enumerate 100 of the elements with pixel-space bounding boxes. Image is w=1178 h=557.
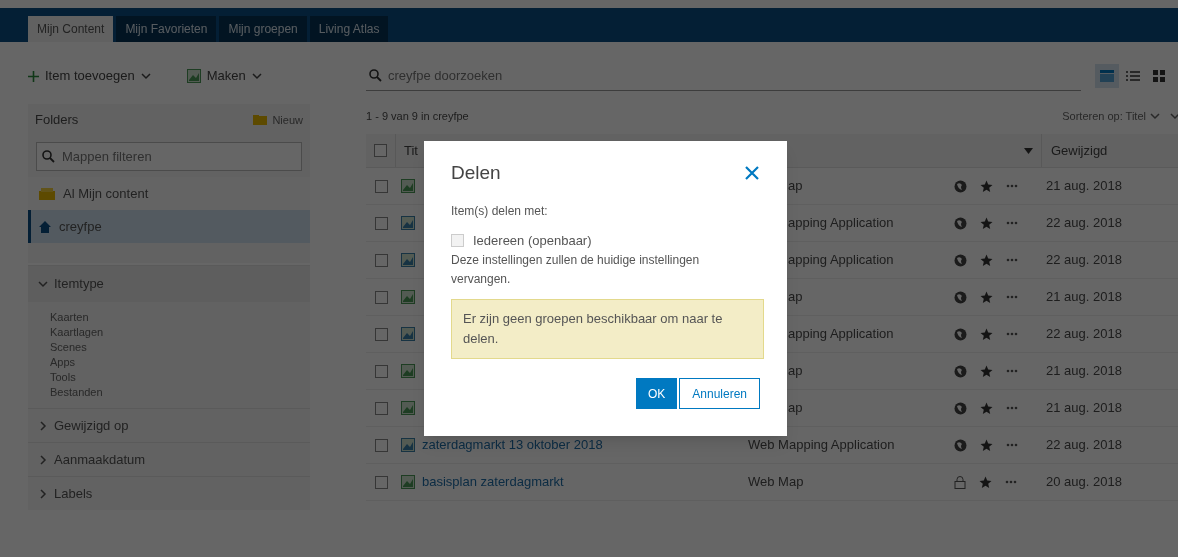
item-type: ap (788, 178, 803, 194)
star-icon[interactable] (980, 401, 993, 415)
globe-icon[interactable] (954, 401, 967, 415)
item-type: ap (788, 289, 803, 305)
more-options-icon[interactable] (1006, 258, 1018, 262)
star-icon[interactable] (980, 364, 993, 378)
modified-date: 21 aug. 2018 (1046, 362, 1122, 381)
filter-section-header[interactable]: Labels (28, 477, 310, 510)
filter-option[interactable]: Tools (50, 370, 76, 385)
checkbox[interactable] (374, 327, 388, 341)
modified-date: 22 aug. 2018 (1046, 251, 1122, 270)
share-prompt: Item(s) delen met: (451, 202, 548, 220)
checkbox[interactable] (374, 253, 388, 267)
checkbox[interactable] (374, 290, 388, 304)
filter-section-header[interactable]: Itemtype (28, 266, 310, 302)
house-icon (39, 220, 51, 233)
chevron-right-icon (38, 420, 48, 431)
more-options-icon[interactable] (1006, 443, 1018, 447)
modified-date: 20 aug. 2018 (1046, 473, 1122, 492)
table-view-icon[interactable] (1095, 64, 1119, 88)
tab[interactable]: Living Atlas (309, 16, 389, 42)
checkbox[interactable] (374, 179, 388, 193)
globe-icon[interactable] (954, 253, 967, 267)
checkbox[interactable] (374, 144, 387, 157)
chevron-down-icon (251, 71, 262, 81)
add-item-button[interactable]: Item toevoegen (28, 66, 151, 86)
more-options-icon[interactable] (1006, 369, 1018, 373)
item-title-link[interactable]: basisplan zaterdagmarkt (422, 472, 564, 492)
globe-icon[interactable] (954, 216, 967, 230)
filter-option[interactable]: Kaartlagen (50, 325, 104, 340)
filter-section-header[interactable]: Aanmaakdatum (28, 443, 310, 476)
item-type: ap (788, 363, 803, 379)
checkbox[interactable] (374, 438, 388, 452)
create-button[interactable]: Maken (186, 66, 262, 86)
modified-date: 21 aug. 2018 (1046, 288, 1122, 307)
warning-note: Deze instellingen zullen de huidige instellingen vervangen. (451, 252, 701, 288)
more-options-icon[interactable] (1006, 406, 1018, 410)
item-type: apping Application (788, 326, 894, 342)
star-icon[interactable] (980, 216, 993, 230)
folders-icon (39, 187, 55, 200)
item-type: ap (788, 400, 803, 416)
checkbox[interactable] (451, 233, 464, 247)
globe-icon[interactable] (954, 364, 967, 378)
filter-section-header[interactable]: Gewijzigd op (28, 409, 310, 442)
close-icon[interactable] (744, 165, 760, 182)
more-options-icon[interactable] (1006, 184, 1018, 188)
more-options-icon[interactable] (1006, 332, 1018, 336)
star-icon[interactable] (980, 327, 993, 341)
chevron-down-icon (38, 279, 48, 289)
more-options-icon[interactable] (1006, 221, 1018, 225)
folders-heading: Folders (35, 111, 79, 130)
star-icon[interactable] (980, 179, 993, 193)
tab[interactable]: Mijn Content (28, 16, 114, 42)
globe-icon[interactable] (954, 290, 967, 304)
tab[interactable]: Mijn groepen (219, 16, 307, 42)
globe-icon[interactable] (954, 438, 967, 452)
checkbox[interactable] (374, 364, 388, 378)
star-icon[interactable] (980, 438, 993, 452)
item-title-link[interactable]: zaterdagmarkt 13 oktober 2018 (422, 435, 603, 455)
item-type: Web Map (748, 474, 804, 490)
column-header[interactable]: Gewijzigd (1041, 134, 1108, 167)
checkbox[interactable] (374, 216, 388, 230)
more-options-icon[interactable] (1006, 295, 1018, 299)
chevron-down-icon (140, 71, 151, 81)
modified-date: 21 aug. 2018 (1046, 399, 1122, 418)
result-count: 1 - 9 van 9 in creyfpe (366, 108, 469, 124)
search-icon (42, 150, 55, 163)
caret-down-icon[interactable] (1024, 147, 1033, 154)
star-icon[interactable] (979, 475, 992, 489)
item-type: apping Application (788, 215, 894, 231)
sort-dropdown[interactable]: Sorteren op: Titel (1062, 107, 1178, 125)
checkbox-label[interactable]: Iedereen (openbaar) (473, 230, 592, 250)
info-alert: Er zijn geen groepen beschikbaar om naar te delen. (451, 299, 764, 359)
more-options-icon[interactable] (1005, 480, 1017, 484)
item-type: Web Mapping Application (748, 437, 895, 453)
ok-button[interactable]: OK (635, 378, 678, 409)
folder-item[interactable]: creyfpe (28, 210, 310, 243)
modified-date: 22 aug. 2018 (1046, 214, 1122, 233)
folder-icon (253, 115, 268, 125)
search-icon (369, 69, 382, 82)
modified-date: 22 aug. 2018 (1046, 325, 1122, 344)
cancel-button[interactable]: Annuleren (679, 378, 760, 409)
checkbox[interactable] (374, 401, 388, 415)
tab[interactable]: Mijn Favorieten (116, 16, 217, 42)
item-type: apping Application (788, 252, 894, 268)
thumbnail-icon (186, 69, 201, 83)
star-icon[interactable] (980, 290, 993, 304)
filter-option[interactable]: Bestanden (50, 385, 103, 400)
filter-option[interactable]: Apps (50, 355, 76, 370)
checkbox[interactable] (374, 475, 388, 489)
globe-icon[interactable] (954, 179, 967, 193)
globe-icon[interactable] (954, 327, 967, 341)
chevron-right-icon (38, 488, 48, 499)
chevron-right-icon (38, 454, 48, 465)
lock-icon[interactable] (954, 475, 966, 489)
modified-date: 21 aug. 2018 (1046, 177, 1122, 196)
filter-option[interactable]: Kaarten (50, 310, 89, 325)
dialog-title: Delen (451, 161, 501, 185)
star-icon[interactable] (980, 253, 993, 267)
plus-icon (28, 70, 39, 82)
